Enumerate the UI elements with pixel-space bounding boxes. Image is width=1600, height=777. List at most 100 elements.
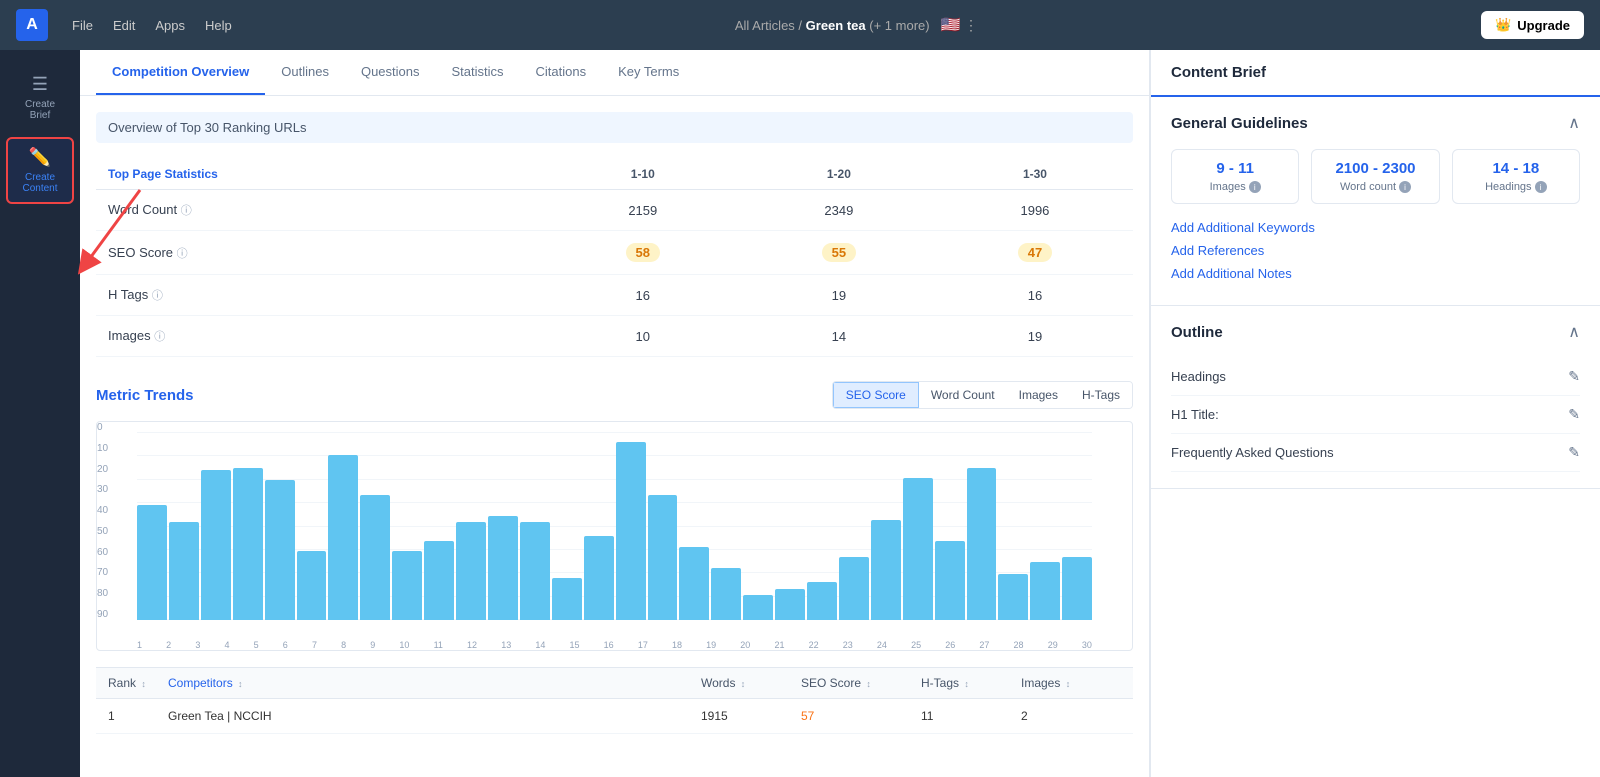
- stat-v3: 47: [937, 231, 1133, 275]
- stat-v1: 58: [545, 231, 741, 275]
- add-references-link[interactable]: Add References: [1171, 243, 1580, 258]
- chart-bar-29: [1030, 562, 1060, 620]
- stat-v3: 1996: [937, 190, 1133, 231]
- right-panel-title: Content Brief: [1151, 50, 1600, 97]
- chart-bar-22: [807, 582, 837, 620]
- x-label-25: 25: [911, 640, 921, 650]
- x-label-8: 8: [341, 640, 346, 650]
- chart-bar-13: [520, 522, 550, 620]
- y-label-0: 0: [97, 422, 132, 433]
- x-label-27: 27: [979, 640, 989, 650]
- col-seo-score[interactable]: SEO Score ↕: [801, 676, 921, 690]
- h1-edit-icon[interactable]: ✎: [1568, 406, 1580, 423]
- menu-help[interactable]: Help: [205, 18, 232, 33]
- y-label-20: 20: [97, 464, 132, 475]
- chart-bar-26: [935, 541, 965, 620]
- center-panel: Competition Overview Outlines Questions …: [80, 50, 1150, 777]
- metric-buttons: SEO ScoreWord CountImagesH-Tags: [832, 381, 1133, 409]
- metric-btn-word-count[interactable]: Word Count: [919, 382, 1007, 408]
- chart-bar-11: [456, 522, 486, 620]
- stats-header-1-20: 1-20: [741, 159, 937, 190]
- word-count-label: Word count i: [1324, 181, 1426, 193]
- x-label-23: 23: [843, 640, 853, 650]
- stat-v2: 14: [741, 316, 937, 357]
- right-panel: Content Brief General Guidelines ∧ 9 - 1…: [1150, 50, 1600, 777]
- metric-btn-seo-score[interactable]: SEO Score: [833, 382, 919, 408]
- stat-v1: 2159: [545, 190, 741, 231]
- col-competitors[interactable]: Competitors ↕: [168, 676, 701, 690]
- topbar: A File Edit Apps Help All Articles / Gre…: [0, 0, 1600, 50]
- tab-competition-overview[interactable]: Competition Overview: [96, 50, 265, 95]
- stats-header-1-30: 1-30: [937, 159, 1133, 190]
- y-label-30: 30: [97, 484, 132, 495]
- chart-bar-20: [743, 595, 773, 620]
- topbar-right: 👑 Upgrade: [1481, 11, 1584, 39]
- flag-icon: 🇺🇸: [940, 17, 960, 34]
- chevron-up-icon[interactable]: ∧: [1568, 113, 1580, 133]
- metric-trends-section: Metric Trends SEO ScoreWord CountImagesH…: [96, 381, 1133, 651]
- x-label-6: 6: [283, 640, 288, 650]
- topbar-menu: File Edit Apps Help: [72, 18, 232, 33]
- col-words[interactable]: Words ↕: [701, 676, 801, 690]
- menu-apps[interactable]: Apps: [155, 18, 185, 33]
- share-icon[interactable]: ⋮: [964, 17, 978, 33]
- menu-edit[interactable]: Edit: [113, 18, 135, 33]
- chart-area: [137, 432, 1092, 620]
- add-keywords-link[interactable]: Add Additional Keywords: [1171, 220, 1580, 235]
- outline-item-headings: Headings ✎: [1171, 358, 1580, 396]
- x-label-13: 13: [501, 640, 511, 650]
- competitor-htags: 11: [921, 709, 1021, 723]
- x-label-29: 29: [1048, 640, 1058, 650]
- general-guidelines-header: General Guidelines ∧: [1171, 113, 1580, 133]
- metric-btn-h-tags[interactable]: H-Tags: [1070, 382, 1132, 408]
- stat-metric: Word Count ⓘ: [96, 190, 545, 231]
- col-htags[interactable]: H-Tags ↕: [921, 676, 1021, 690]
- chart-bar-3: [201, 470, 231, 620]
- sidebar-item-create-content[interactable]: ✏️ CreateContent: [6, 137, 74, 204]
- headings-edit-icon[interactable]: ✎: [1568, 368, 1580, 385]
- tab-key-terms[interactable]: Key Terms: [602, 50, 695, 95]
- headings-guideline-card: 14 - 18 Headings i: [1452, 149, 1580, 204]
- brief-icon: ☰: [32, 74, 48, 95]
- y-label-90: 90: [97, 609, 132, 620]
- h1-item-label: H1 Title:: [1171, 407, 1219, 422]
- x-label-24: 24: [877, 640, 887, 650]
- metric-trends-header: Metric Trends SEO ScoreWord CountImagesH…: [96, 381, 1133, 409]
- chart-container: 9080706050403020100 12345678910111213141…: [96, 421, 1133, 651]
- add-notes-link[interactable]: Add Additional Notes: [1171, 266, 1580, 281]
- menu-file[interactable]: File: [72, 18, 93, 33]
- col-rank[interactable]: Rank ↕: [108, 676, 168, 690]
- x-label-26: 26: [945, 640, 955, 650]
- chart-bar-2: [169, 522, 199, 620]
- x-label-22: 22: [809, 640, 819, 650]
- stat-v2: 19: [741, 275, 937, 316]
- word-count-info-icon[interactable]: i: [1399, 181, 1411, 193]
- tab-outlines[interactable]: Outlines: [265, 50, 345, 95]
- metric-btn-images[interactable]: Images: [1007, 382, 1070, 408]
- chart-bar-6: [297, 551, 327, 620]
- headings-value: 14 - 18: [1465, 160, 1567, 177]
- outline-header: Outline ∧: [1171, 322, 1580, 342]
- upgrade-button[interactable]: 👑 Upgrade: [1481, 11, 1584, 39]
- tab-citations[interactable]: Citations: [520, 50, 603, 95]
- competitor-rank: 1: [108, 709, 168, 723]
- stat-v2: 2349: [741, 190, 937, 231]
- headings-info-icon[interactable]: i: [1535, 181, 1547, 193]
- stat-metric: SEO Score ⓘ: [96, 231, 545, 275]
- col-images[interactable]: Images ↕: [1021, 676, 1121, 690]
- tab-statistics[interactable]: Statistics: [436, 50, 520, 95]
- competitor-name: Green Tea | NCCIH: [168, 709, 701, 723]
- chart-bar-24: [871, 520, 901, 620]
- stat-v2: 55: [741, 231, 937, 275]
- topbar-center: All Articles / Green tea (+ 1 more) 🇺🇸 ⋮: [256, 15, 1457, 35]
- outline-chevron-up-icon[interactable]: ∧: [1568, 322, 1580, 342]
- tab-questions[interactable]: Questions: [345, 50, 436, 95]
- breadcrumb-prefix: All Articles /: [735, 18, 802, 33]
- general-guidelines-section: General Guidelines ∧ 9 - 11 Images i 210…: [1151, 97, 1600, 306]
- chart-bar-15: [584, 536, 614, 620]
- x-label-17: 17: [638, 640, 648, 650]
- chart-bar-1: [137, 505, 167, 620]
- sidebar-item-create-brief[interactable]: ☰ CreateBrief: [6, 66, 74, 129]
- images-info-icon[interactable]: i: [1249, 181, 1261, 193]
- faq-edit-icon[interactable]: ✎: [1568, 444, 1580, 461]
